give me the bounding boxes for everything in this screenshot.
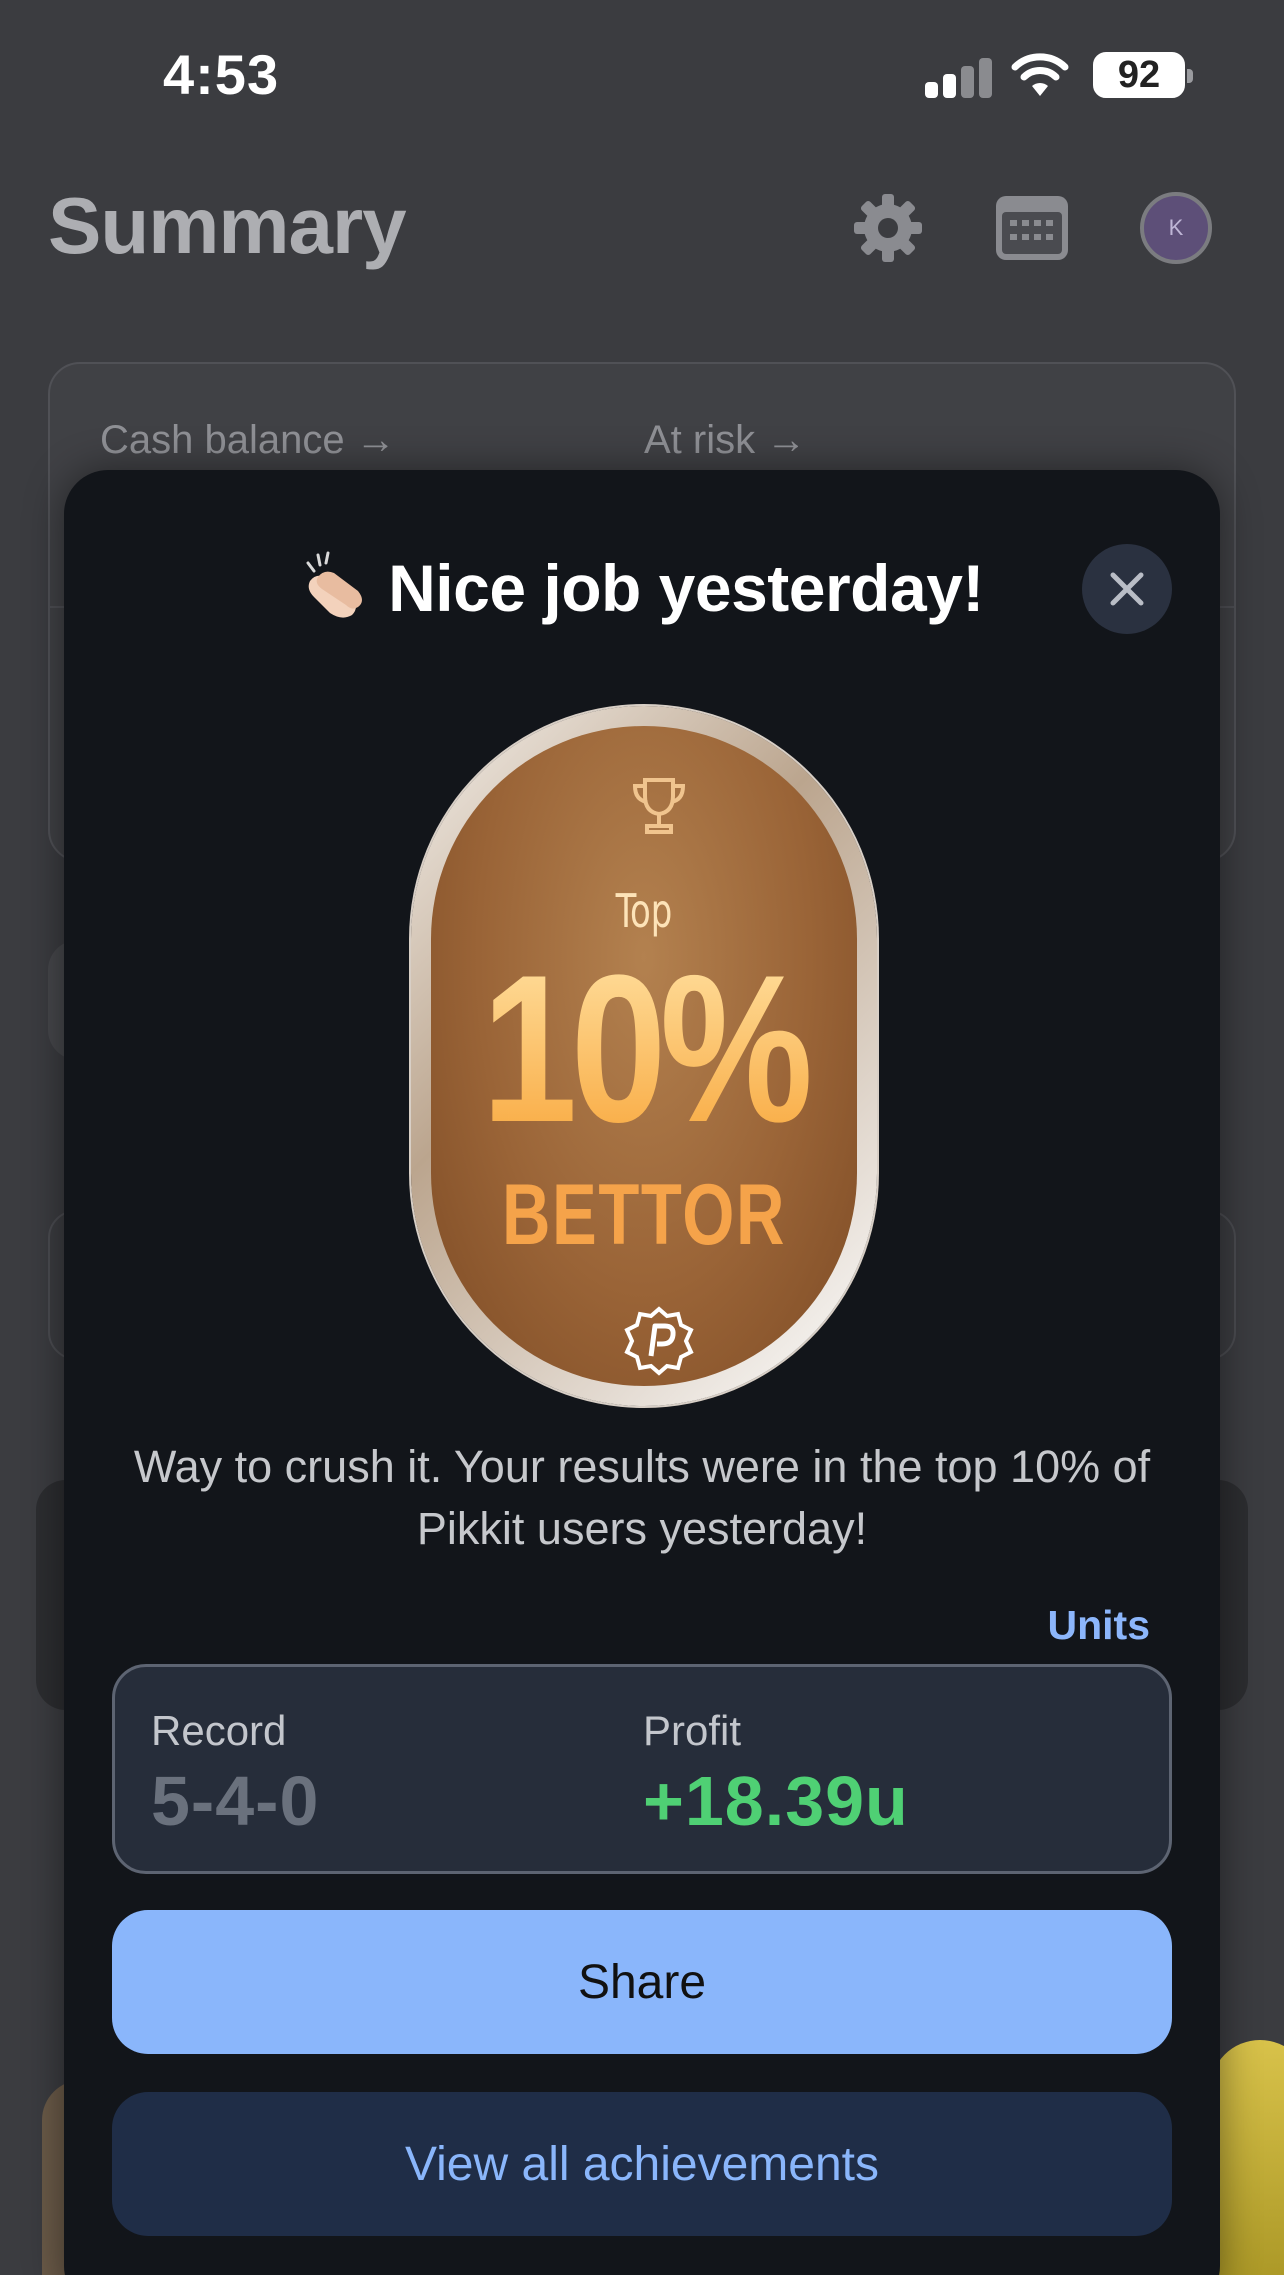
record-value: 5-4-0 bbox=[151, 1762, 320, 1840]
background-element bbox=[1210, 2040, 1284, 2275]
units-toggle[interactable]: Units bbox=[1048, 1602, 1151, 1649]
cash-balance-link[interactable]: Cash balance → bbox=[100, 418, 396, 463]
record-stat: Record 5-4-0 bbox=[151, 1707, 319, 1841]
view-achievements-button[interactable]: View all achievements bbox=[112, 2092, 1172, 2236]
profit-label: Profit bbox=[643, 1707, 742, 1754]
at-risk-link[interactable]: At risk → bbox=[644, 418, 806, 463]
avatar[interactable]: K bbox=[1140, 192, 1212, 264]
modal-title-text: Nice job yesterday! bbox=[388, 551, 984, 625]
battery-indicator: 92 bbox=[1093, 52, 1193, 98]
close-icon bbox=[1110, 572, 1144, 606]
achievement-badge: Top 10% BETTOR bbox=[411, 706, 877, 1406]
pikkit-logo-icon bbox=[624, 1306, 694, 1376]
trophy-icon bbox=[632, 778, 686, 834]
status-time: 4:53 bbox=[163, 43, 280, 106]
achievement-modal: Nice job yesterday! Top 10% BETTOR Way t… bbox=[64, 470, 1220, 2275]
status-bar: 4:53 92 bbox=[0, 0, 1284, 150]
gear-icon[interactable] bbox=[848, 188, 928, 268]
close-button[interactable] bbox=[1082, 544, 1172, 634]
profit-value: +18.39u bbox=[643, 1762, 909, 1840]
page-title: Summary bbox=[48, 181, 407, 270]
record-label: Record bbox=[151, 1707, 287, 1754]
badge-face: Top 10% BETTOR bbox=[431, 726, 857, 1386]
badge-percent: 10% bbox=[469, 944, 818, 1154]
achievement-message: Way to crush it. Your results were in th… bbox=[133, 1441, 1151, 1554]
profit-stat: Profit +18.39u bbox=[643, 1707, 909, 1841]
clapping-hands-icon bbox=[306, 551, 363, 618]
badge-sub-label: BETTOR bbox=[502, 1167, 786, 1263]
calendar-icon[interactable] bbox=[992, 188, 1072, 268]
stats-card: Record 5-4-0 Profit +18.39u bbox=[112, 1664, 1172, 1874]
modal-title: Nice job yesterday! bbox=[64, 550, 1220, 626]
cellular-signal-icon bbox=[925, 56, 992, 98]
badge-top-label: Top bbox=[615, 884, 673, 938]
wifi-icon bbox=[1011, 53, 1069, 96]
share-button[interactable]: Share bbox=[112, 1910, 1172, 2054]
